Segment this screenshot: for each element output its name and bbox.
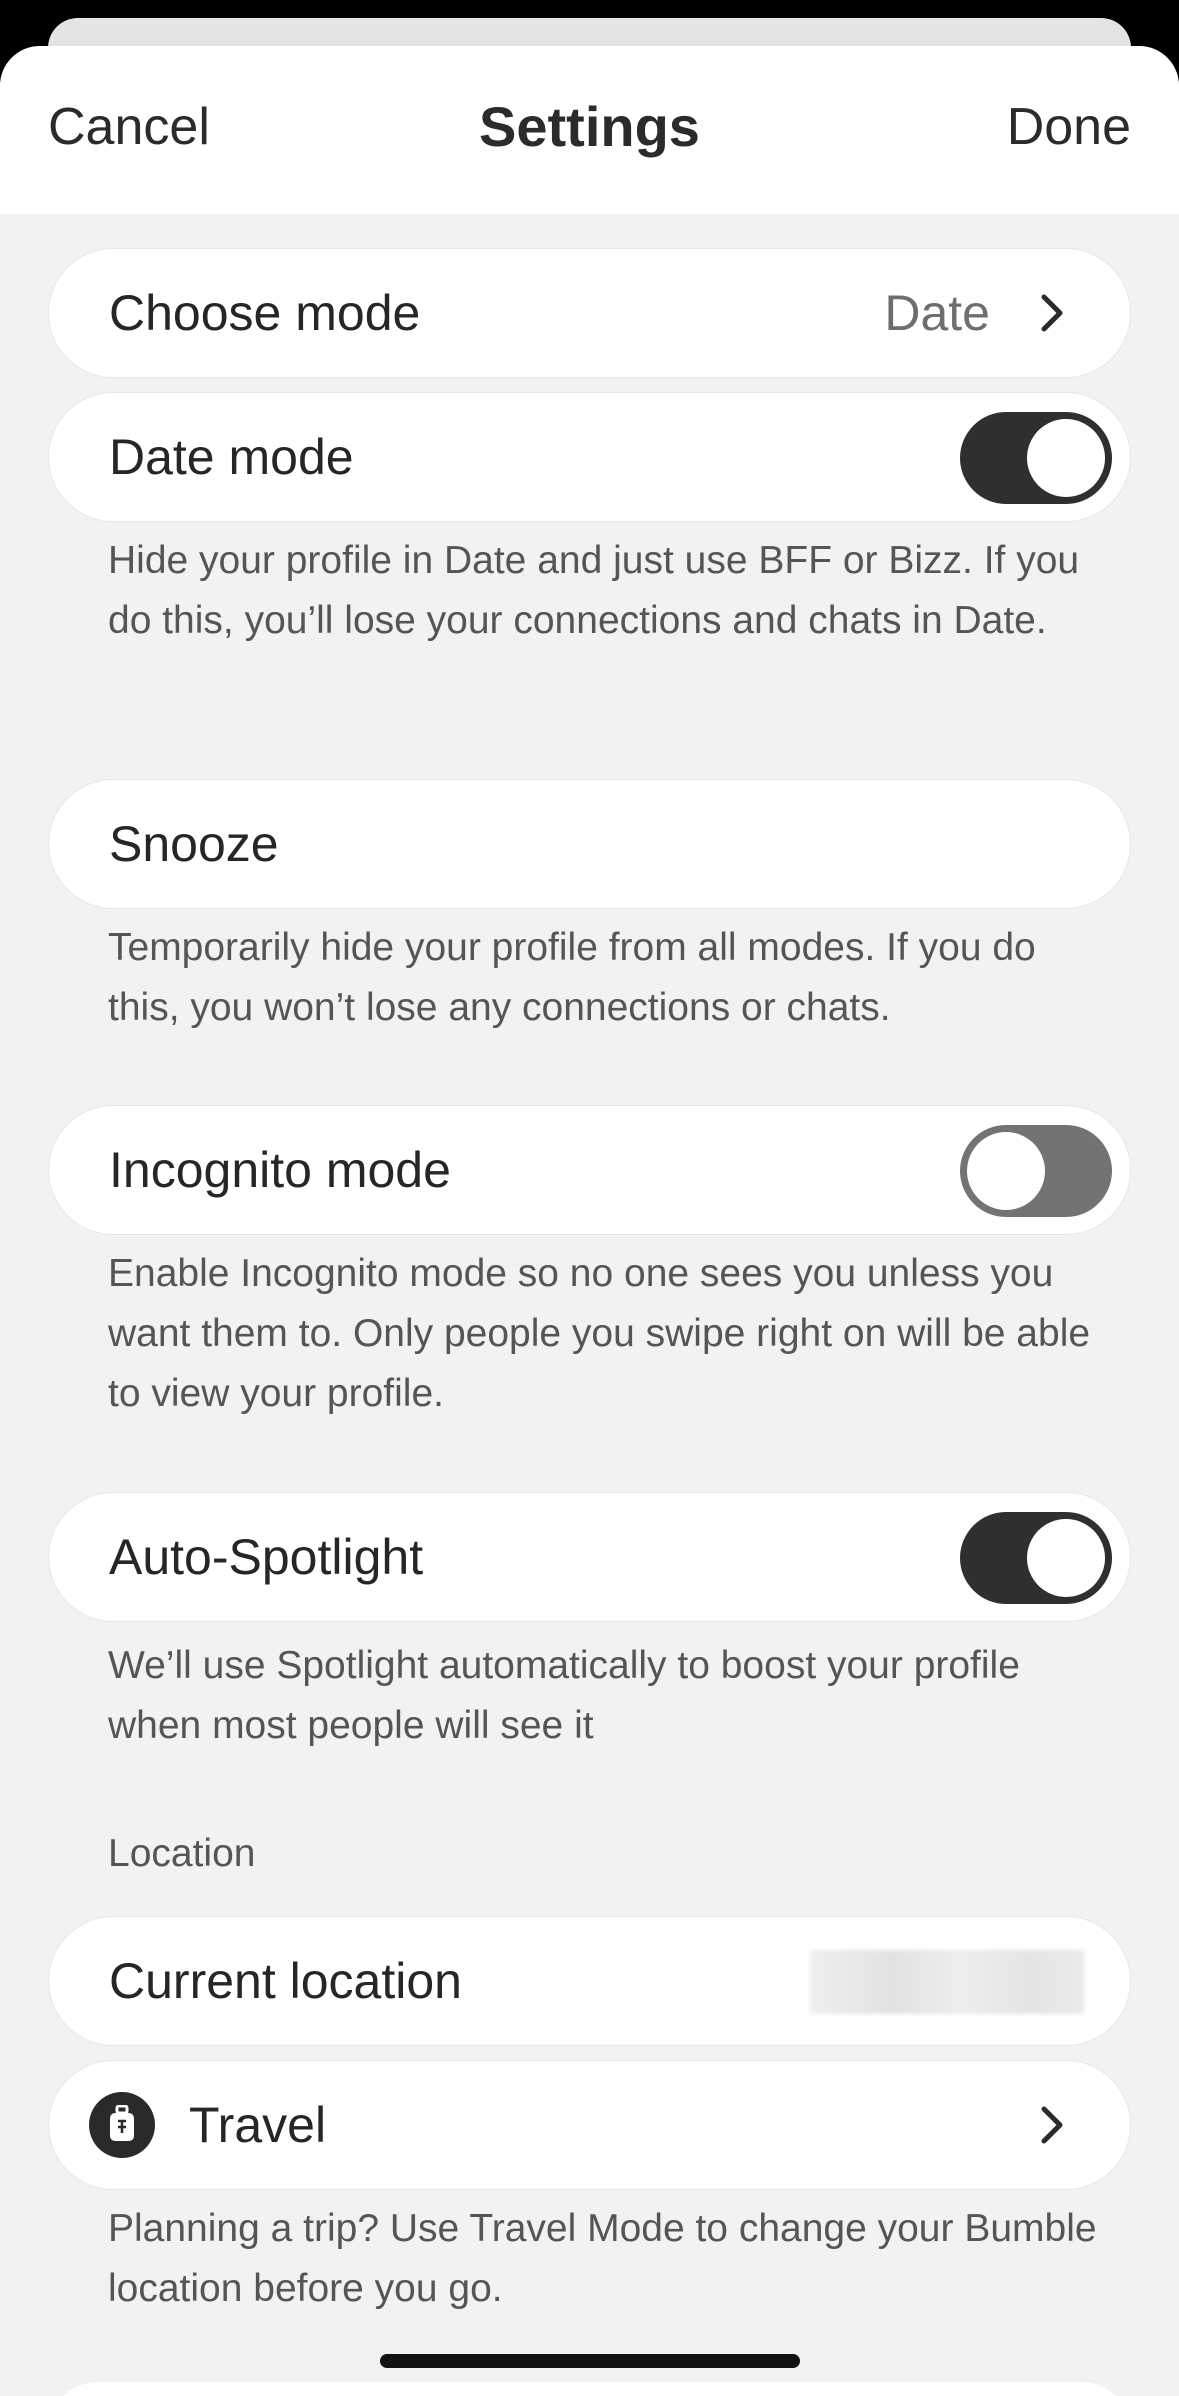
next-row-partial [48,2382,1131,2396]
chevron-right-icon [1041,294,1063,332]
auto-spotlight-toggle[interactable] [960,1512,1112,1604]
location-section-header: Location [108,1832,256,1875]
choose-mode-value: Date [884,285,990,341]
toggle-knob [967,1132,1045,1210]
incognito-mode-description: Enable Incognito mode so no one sees you… [108,1252,1091,1415]
incognito-mode-label: Incognito mode [109,1142,451,1198]
page-title: Settings [479,95,700,158]
home-indicator[interactable] [380,2354,800,2368]
auto-spotlight-row: Auto-Spotlight [48,1492,1131,1622]
date-mode-toggle[interactable] [960,412,1112,504]
current-location-row[interactable]: Current location [48,1916,1131,2046]
date-mode-label: Date mode [109,429,354,485]
travel-row[interactable]: Travel [48,2060,1131,2190]
done-button[interactable]: Done [1007,96,1131,158]
settings-sheet: Cancel Settings Done Choose mode Date Da… [0,46,1179,2396]
chevron-right-icon [1041,2106,1063,2144]
travel-label: Travel [189,2097,327,2153]
toggle-knob [1027,1519,1105,1597]
blurred-location-value [810,1950,1084,2014]
suitcase-icon [89,2092,155,2158]
snooze-description: Temporarily hide your profile from all m… [108,926,1036,1029]
toggle-knob [1027,419,1105,497]
date-mode-row: Date mode [48,392,1131,522]
travel-description: Planning a trip? Use Travel Mode to chan… [108,2207,1097,2310]
nav-bar: Cancel Settings Done [0,46,1179,214]
snooze-label: Snooze [109,816,279,872]
snooze-row[interactable]: Snooze [48,779,1131,909]
current-location-label: Current location [109,1953,462,2009]
date-mode-description: Hide your profile in Date and just use B… [108,539,1080,642]
choose-mode-row[interactable]: Choose mode Date [48,248,1131,378]
incognito-mode-toggle[interactable] [960,1125,1112,1217]
choose-mode-label: Choose mode [109,285,421,341]
auto-spotlight-label: Auto-Spotlight [109,1529,424,1585]
auto-spotlight-description: We’ll use Spotlight automatically to boo… [108,1644,1020,1747]
incognito-mode-row: Incognito mode [48,1105,1131,1235]
